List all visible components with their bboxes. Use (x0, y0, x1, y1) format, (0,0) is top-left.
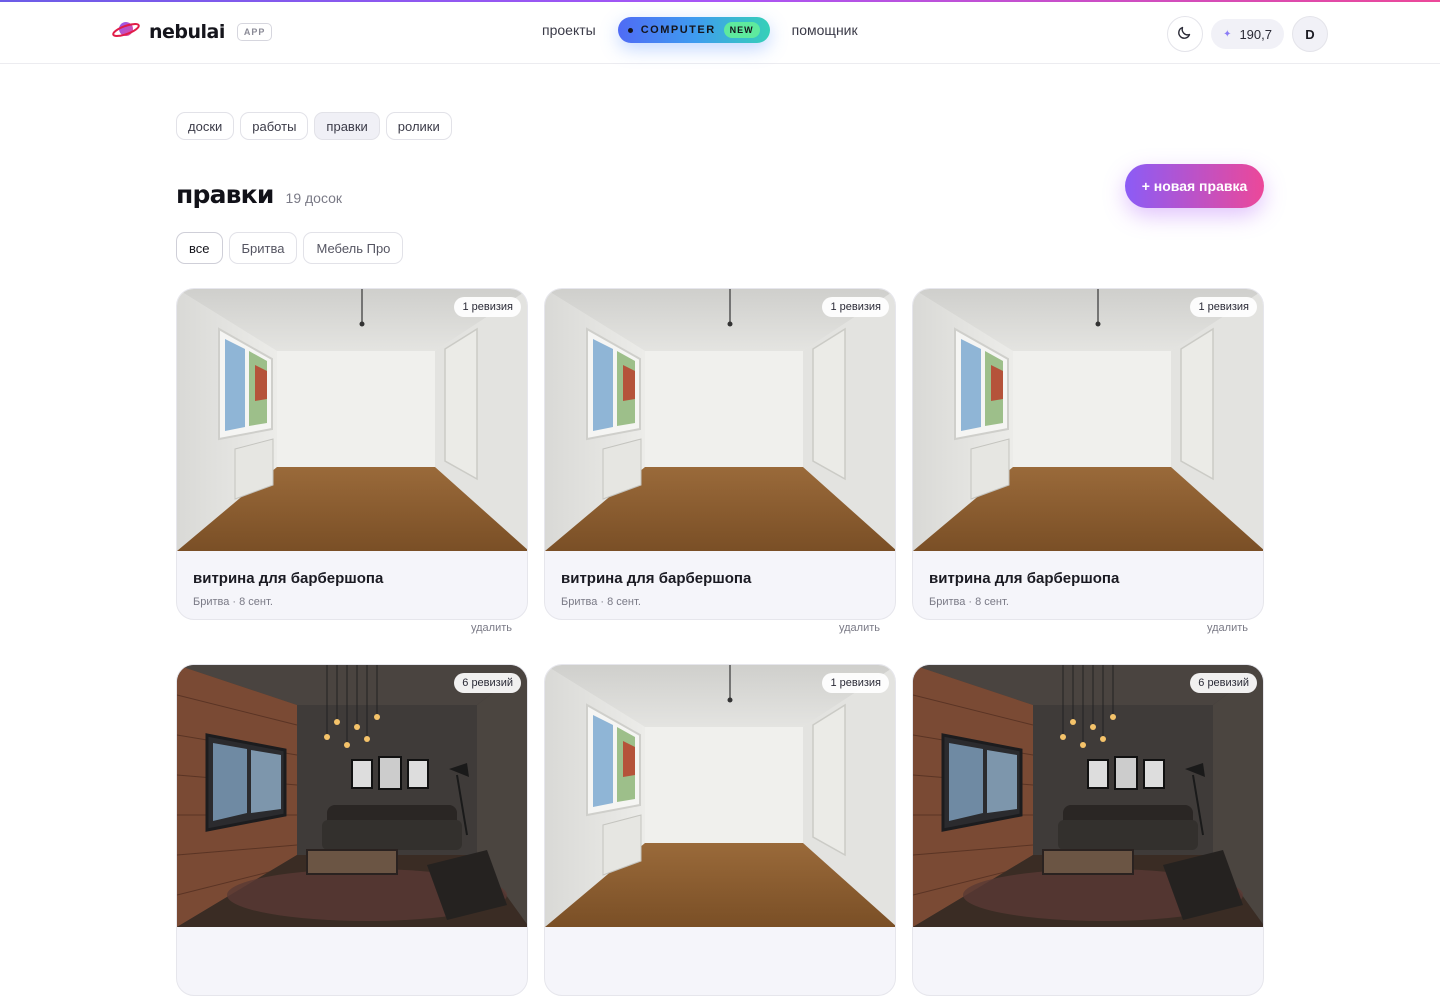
tab-boards[interactable]: доски (176, 112, 235, 140)
room-photo (545, 665, 896, 927)
brand-name: nebulai (149, 20, 225, 43)
card-container: 1 ревизия витрина для барбершопа Бритва … (176, 288, 528, 620)
card-container: 1 ревизия витрина для барбершопа Бритва … (912, 288, 1264, 620)
tab-edits[interactable]: правки (314, 112, 380, 140)
delete-link[interactable]: удалить (1207, 622, 1248, 634)
revision-badge: 1 ревизия (822, 673, 889, 693)
project-filters: все Бритва Мебель Про (176, 232, 404, 264)
top-header: nebulai APP проекты COMPUTER NEW помощни… (0, 2, 1440, 64)
nav-computer-label: COMPUTER (640, 24, 716, 36)
edit-card[interactable]: 6 ревизий (176, 664, 528, 996)
card-container: 1 ревизия витрина для барбершопа Бритва … (544, 288, 896, 620)
card-thumbnail: 1 ревизия (177, 289, 528, 551)
edit-card[interactable]: 1 ревизия витрина для барбершопа Бритва … (176, 288, 528, 634)
card-thumbnail: 6 ревизий (177, 665, 528, 927)
room-photo (913, 289, 1264, 551)
page-heading: правки 19 досок (176, 180, 342, 209)
edit-card[interactable]: 6 ревизий (912, 664, 1264, 996)
credits-value: 190,7 (1239, 26, 1272, 42)
app-badge: APP (236, 22, 273, 41)
nav-assistant[interactable]: помощник (790, 16, 860, 44)
card-title: витрина для барбершопа (193, 570, 384, 587)
card-thumbnail: 6 ревизий (913, 665, 1264, 927)
delete-link[interactable]: удалить (471, 622, 512, 634)
header-actions: ✦ 190,7 D (1167, 16, 1328, 52)
user-avatar[interactable]: D (1292, 16, 1328, 52)
room-photo (177, 289, 528, 551)
new-edit-button[interactable]: + новая правка (1125, 164, 1264, 208)
card-meta: Бритва · 8 сент. (929, 596, 1009, 608)
theme-toggle-button[interactable] (1167, 16, 1204, 52)
card-container: 6 ревизий (176, 664, 528, 996)
card-container: 1 ревизия (544, 664, 896, 996)
room-photo (913, 665, 1264, 927)
edit-card[interactable]: 1 ревизия витрина для барбершопа Бритва … (912, 288, 1264, 634)
room-photo (177, 665, 528, 927)
revision-badge: 6 ревизий (1190, 673, 1257, 693)
revision-badge: 1 ревизия (1190, 297, 1257, 317)
room-photo (545, 289, 896, 551)
delete-link[interactable]: удалить (839, 622, 880, 634)
card-meta: Бритва · 8 сент. (561, 596, 641, 608)
tab-videos[interactable]: ролики (385, 112, 452, 140)
filter-britva[interactable]: Бритва (228, 232, 298, 264)
section-tabs: доски работы правки ролики (176, 112, 452, 140)
status-dot-icon (627, 27, 633, 33)
tab-works[interactable]: работы (240, 112, 309, 140)
nav-computer[interactable]: COMPUTER NEW (617, 17, 770, 43)
card-thumbnail: 1 ревизия (913, 289, 1264, 551)
new-badge: NEW (723, 22, 760, 38)
filter-mebel-pro[interactable]: Мебель Про (303, 232, 404, 264)
card-container: 6 ревизий (912, 664, 1264, 996)
nav-projects[interactable]: проекты (540, 16, 598, 44)
card-thumbnail: 1 ревизия (545, 289, 896, 551)
edit-card[interactable]: 1 ревизия (544, 664, 896, 996)
card-title: витрина для барбершопа (929, 570, 1120, 587)
revision-badge: 1 ревизия (822, 297, 889, 317)
filter-all[interactable]: все (176, 232, 223, 264)
revision-badge: 1 ревизия (454, 297, 521, 317)
main-nav: проекты COMPUTER NEW помощник (540, 16, 860, 44)
board-count: 19 досок (285, 190, 343, 206)
revision-badge: 6 ревизий (454, 673, 521, 693)
page-title: правки (176, 180, 274, 209)
planet-logo-icon (111, 18, 141, 45)
sparkle-icon: ✦ (1223, 28, 1232, 40)
credits-balance[interactable]: ✦ 190,7 (1211, 19, 1284, 49)
card-title: витрина для барбершопа (561, 570, 752, 587)
card-thumbnail: 1 ревизия (545, 665, 896, 927)
card-meta: Бритва · 8 сент. (193, 596, 273, 608)
brand-logo[interactable]: nebulai APP (111, 18, 273, 45)
edit-card[interactable]: 1 ревизия витрина для барбершопа Бритва … (544, 288, 896, 634)
moon-icon (1177, 24, 1193, 45)
